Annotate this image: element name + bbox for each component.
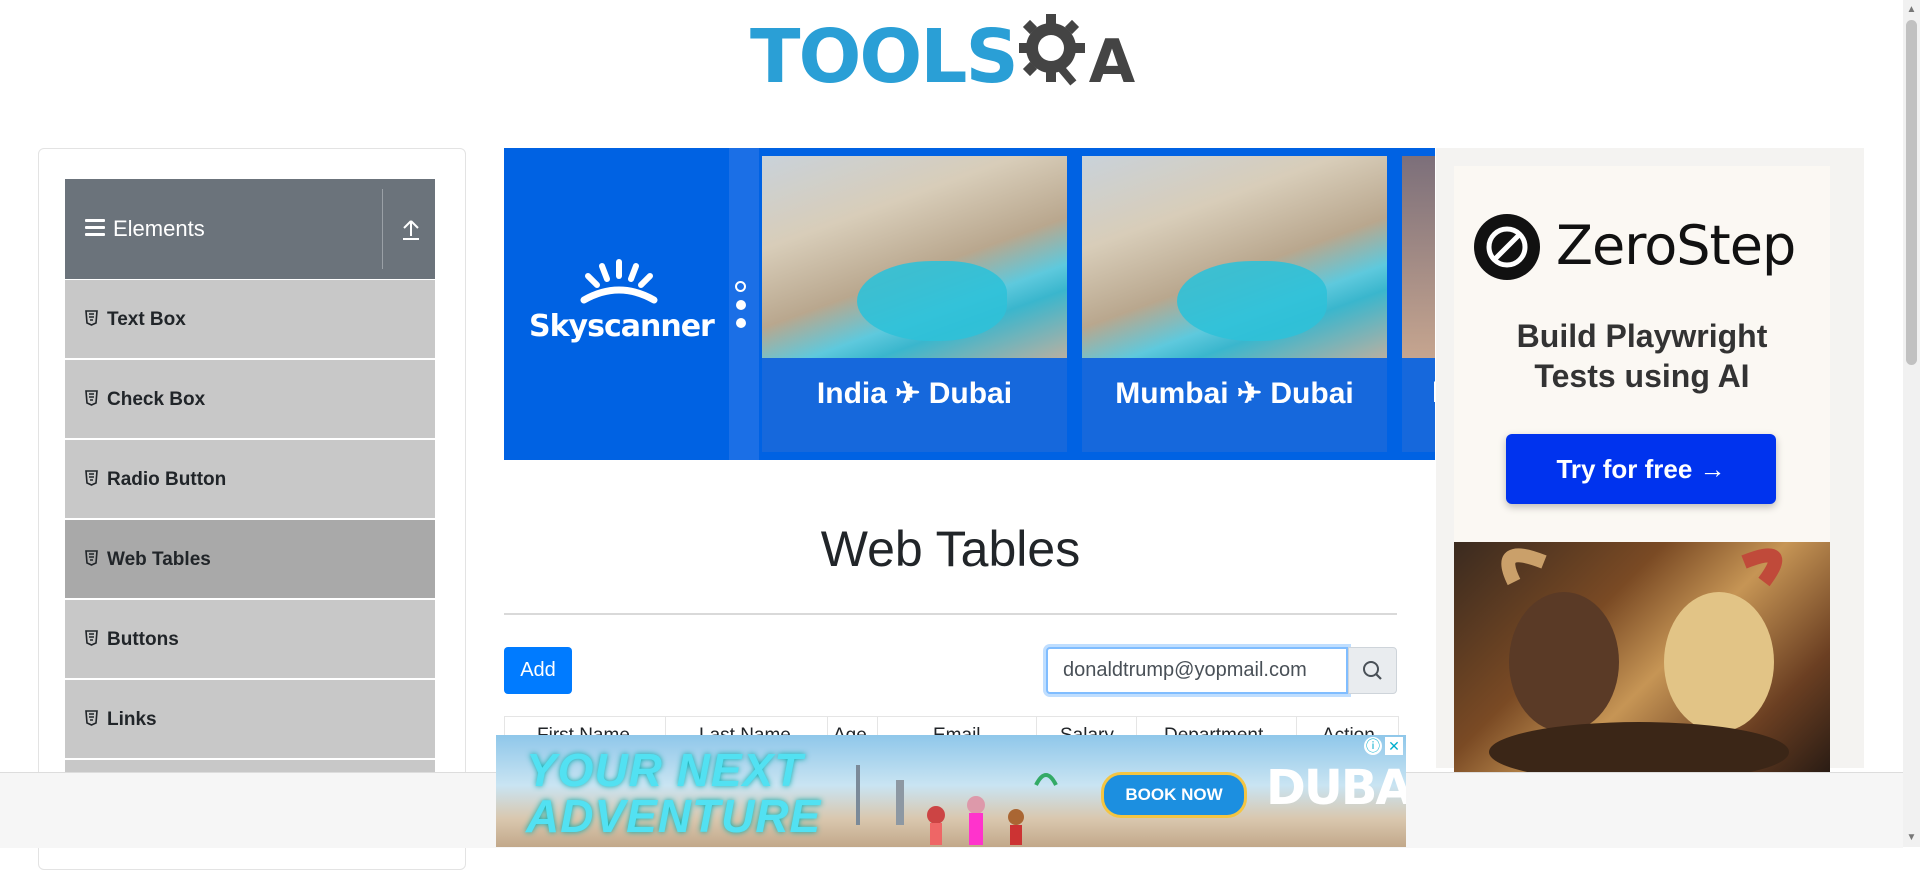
sidebar-item-label: Web Tables [107,549,211,570]
sidebar-item-radio-button[interactable]: Radio Button [65,440,435,520]
title-divider [504,613,1397,615]
skyscanner-ad-banner[interactable]: Skyscanner India ✈ Dubai Mumbai ✈ Dubai … [504,148,1435,460]
fantasy-game-ad-image[interactable] [1454,542,1830,772]
route-label: Mumbai ✈ Dubai [1115,377,1354,410]
dubai-brand: DUBAI [1266,760,1406,816]
route-card[interactable]: India ✈ Dubai [762,156,1067,452]
logo-tools-text: TOOLS [750,14,1019,100]
tagline-line: Build Playwright [1516,318,1768,354]
html5-icon [85,470,98,486]
dubai-bottom-ad[interactable]: YOUR NEXT ADVENTURE BOOK NOW DUBAI ⓘ ✕ [496,735,1406,847]
carousel-dot[interactable] [736,300,746,310]
add-button[interactable]: Add [504,647,572,694]
html5-icon [85,310,98,326]
html5-icon [85,630,98,646]
search-icon [1363,661,1382,680]
scrollbar-thumb[interactable] [1906,20,1917,365]
ad-close-icon[interactable]: ✕ [1385,737,1403,755]
dubai-photo [762,156,1067,358]
search-button[interactable] [1348,647,1397,694]
book-now-button[interactable]: BOOK NOW [1101,772,1247,818]
group-title: Elements [113,216,205,241]
skyscanner-wordmark: Skyscanner [529,309,715,344]
logo-qa-text: A [1088,27,1135,97]
elements-group-header[interactable]: Elements [65,179,435,279]
sidebar-item-text-box[interactable]: Text Box [65,280,435,360]
route-label: I [1402,376,1435,410]
html5-icon [85,550,98,566]
html5-icon [85,710,98,726]
zerostep-ad[interactable]: ZeroStep Build Playwright Tests using AI… [1454,166,1830,542]
ad-headline: YOUR NEXT ADVENTURE [526,747,821,839]
route-label: India ✈ Dubai [816,377,1013,410]
sidebar-item-label: Links [107,709,157,730]
dubai-photo [1082,156,1387,358]
carousel-dot[interactable] [736,318,746,328]
route-card[interactable]: Mumbai ✈ Dubai [1082,156,1387,452]
sidebar-item-label: Check Box [107,389,206,410]
sunrise-icon [580,259,658,304]
sidebar-item-buttons[interactable]: Buttons [65,600,435,680]
headline-line: YOUR NEXT [526,744,804,796]
tagline-line: Tests using AI [1534,358,1750,394]
city-photo [1402,156,1435,358]
sidebar-item-web-tables[interactable]: Web Tables [65,520,435,600]
scroll-up-arrow[interactable]: ▲ [1904,2,1919,17]
collapse-icon[interactable] [400,217,422,243]
page-title: Web Tables [820,521,1081,577]
sidebar-item-label: Buttons [107,629,179,650]
menu-icon [85,219,105,237]
sidebar-item-links[interactable]: Links [65,680,435,760]
toolsqa-logo[interactable]: TOOLS A [750,10,1160,105]
carousel-dot[interactable] [735,281,746,292]
ad-scene-illustration [856,765,1058,845]
zerostep-logo-icon [1474,214,1540,280]
sidebar-item-label: Radio Button [107,469,227,490]
header-divider [382,189,383,269]
zerostep-brand: ZeroStep [1556,214,1796,277]
zerostep-tagline: Build Playwright Tests using AI [1454,316,1830,396]
headline-line: ADVENTURE [526,790,822,842]
gear-icon [1016,14,1085,86]
sidebar-item-label: Text Box [107,309,186,330]
sidebar-item-check-box[interactable]: Check Box [65,360,435,440]
skyscanner-logo: Skyscanner [529,258,715,348]
try-for-free-button[interactable]: Try for free → [1506,434,1776,504]
adchoices-info-icon[interactable]: ⓘ [1364,737,1382,755]
html5-icon [85,390,98,406]
search-input[interactable]: donaldtrump@yopmail.com [1046,647,1348,694]
ad-illustration [1489,548,1789,772]
route-card[interactable]: I [1402,156,1435,452]
scroll-down-arrow[interactable]: ▼ [1904,830,1919,845]
